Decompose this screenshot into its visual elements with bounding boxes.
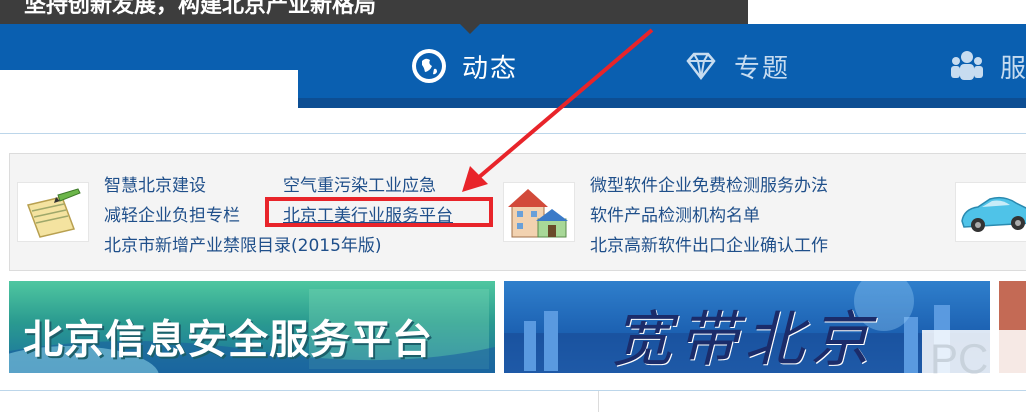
nav-bottom-shade [298,98,1026,108]
banner-info-security-platform[interactable]: 北京信息安全服务平台 [9,281,495,373]
car-icon[interactable] [955,182,1026,242]
house-icon[interactable] [503,182,575,242]
tooltip-text: 坚持创新发展，构建北京产业新格局 [24,0,377,18]
highlight-box [265,197,493,227]
nav-left-white-area [0,70,298,108]
banner-1-title: 北京信息安全服务平台 [23,317,433,363]
banner-kuandai-beijing[interactable]: 宽带北京 [504,281,990,373]
link-ruanjian-jiance-banfa[interactable]: 微型软件企业免费检测服务办法 [590,171,828,196]
tooltip: 坚持创新发展，构建北京产业新格局 [0,0,748,24]
link-kongqi-wuran-yingji[interactable]: 空气重污染工业应急 [283,171,436,196]
bottom-divider [0,390,1026,391]
link-chanye-jinxian-mulu[interactable]: 北京市新增产业禁限目录(2015年版) [104,231,382,256]
tooltip-pointer [460,24,480,34]
nav-item-label: 专题 [734,53,791,84]
nav-item-label: 服 [1000,53,1026,84]
page: 动态 专题 服 坚持创新发展，构建北京产业新格局 智慧北京建设 减轻企业负担专栏… [0,0,1026,412]
nav-item-dongtai[interactable]: 动态 [410,44,518,88]
link-jianqing-qiye-fudan[interactable]: 减轻企业负担专栏 [104,201,240,226]
bottom-column-separator [598,391,599,412]
link-zhihui-beijing[interactable]: 智慧北京建设 [104,171,206,196]
nav-item-fuwu[interactable]: 服 [948,44,1026,88]
link-jiance-jigou-mingdan[interactable]: 软件产品检测机构名单 [590,201,760,226]
section-divider [0,133,1026,134]
link-ruanjian-chukou-queren[interactable]: 北京高新软件出口企业确认工作 [590,231,828,256]
banner-2-title: 宽带北京 [612,305,876,373]
people-icon [948,47,986,85]
nav-item-zhuanti[interactable]: 专题 [682,44,790,88]
nav-item-label: 动态 [462,53,519,84]
watermark: PC [922,330,1026,392]
globe-icon [410,47,448,85]
diamond-icon [682,47,720,85]
notepad-pen-icon[interactable] [17,182,89,242]
